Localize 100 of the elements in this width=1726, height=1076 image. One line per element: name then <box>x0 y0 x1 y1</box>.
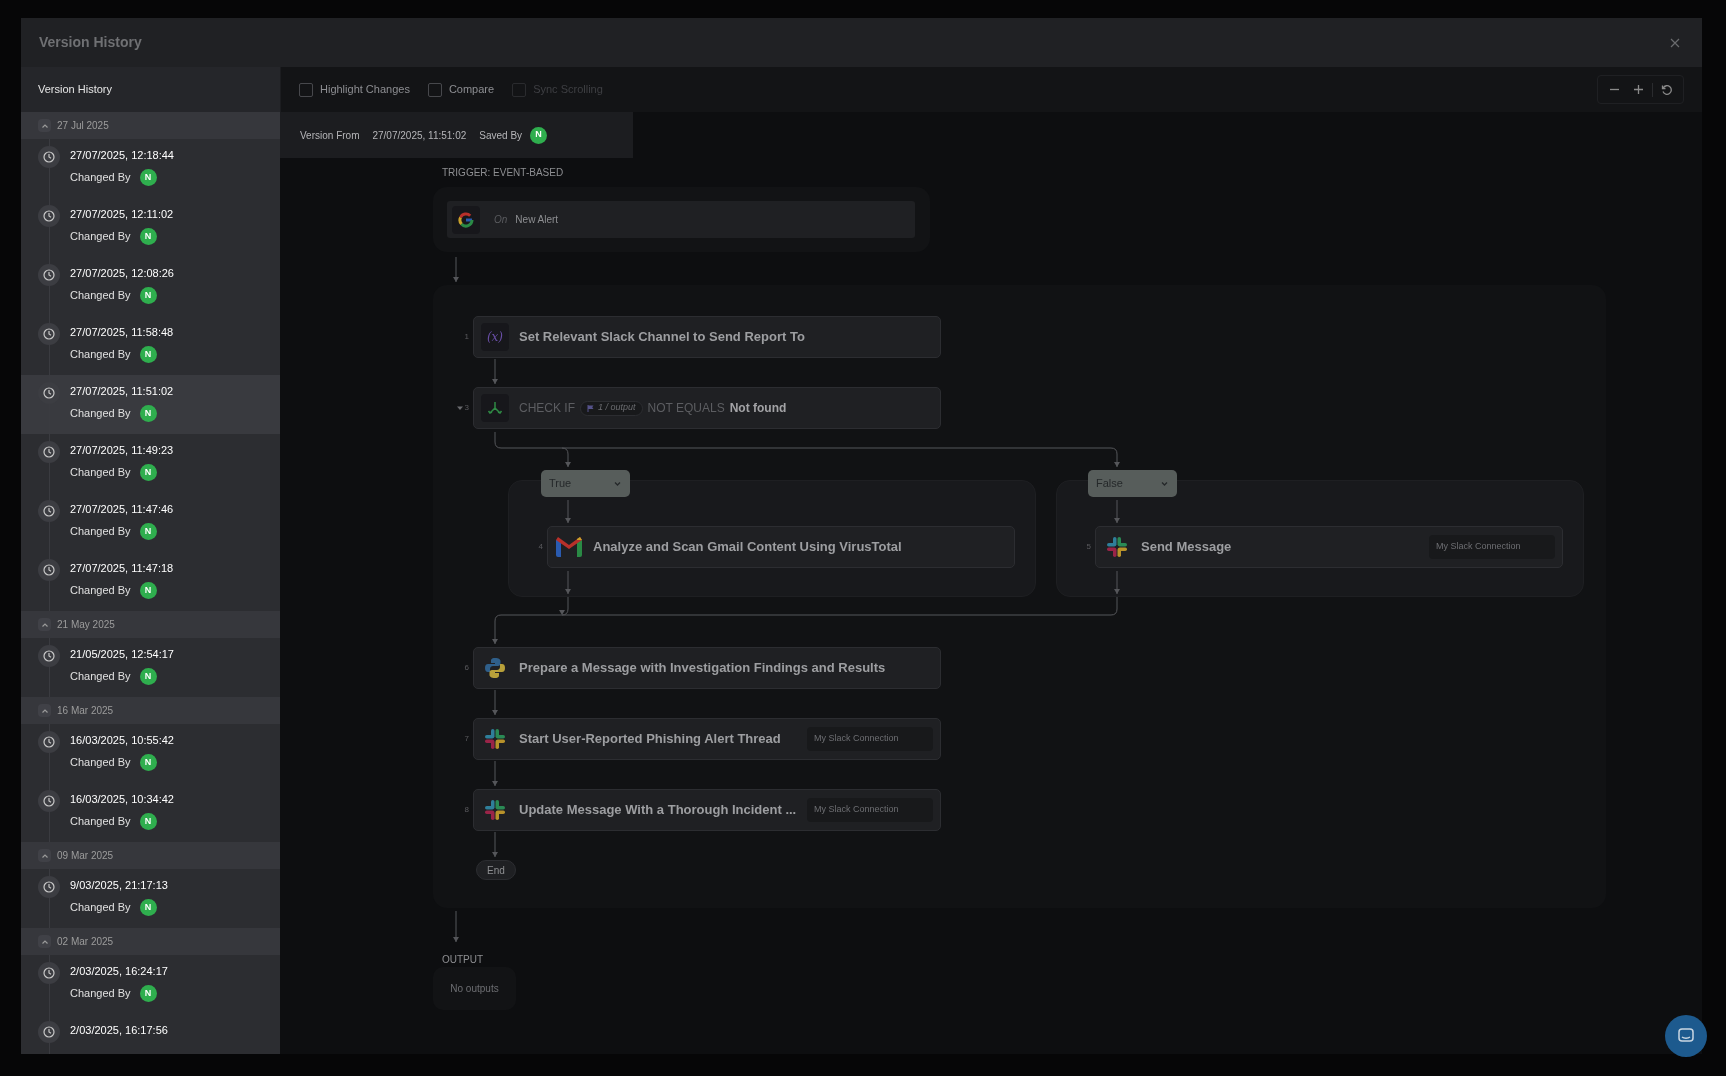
date-group-header[interactable]: 09 Mar 2025 <box>21 842 280 869</box>
saved-by-label: Saved By <box>479 128 523 143</box>
step-node[interactable]: Start User-Reported Phishing Alert Thread My Slack Connection <box>473 718 941 760</box>
hash-icon <box>484 799 506 821</box>
version-timestamp: 27/07/2025, 12:18:44 <box>70 148 174 163</box>
connector-arrow <box>1114 499 1120 524</box>
condition-keyword: CHECK IF <box>519 400 575 417</box>
version-timestamp: 9/03/2025, 21:17:13 <box>70 878 168 893</box>
date-group-header[interactable]: 02 Mar 2025 <box>21 928 280 955</box>
changed-by-label: Changed By <box>70 900 131 916</box>
clock-icon <box>43 505 55 517</box>
option-checkbox[interactable]: Compare <box>427 81 495 98</box>
condition-operator: NOT EQUALS <box>647 400 725 417</box>
clock-icon <box>43 446 55 458</box>
dialog-title: Version History <box>39 33 142 52</box>
clock-icon <box>43 736 55 748</box>
step-node[interactable]: CHECK IF 1 / output NOT EQUALS Not found <box>473 387 941 429</box>
connector-arrow <box>492 760 498 787</box>
clock-icon <box>43 795 55 807</box>
changed-by-label: Changed By <box>70 583 131 599</box>
close-icon <box>1670 37 1680 48</box>
mail-icon <box>556 537 582 557</box>
changed-by-label: Changed By <box>70 465 131 481</box>
version-timestamp: 27/07/2025, 11:47:46 <box>70 502 174 517</box>
clock-icon <box>43 387 55 399</box>
user-avatar: N <box>139 228 157 245</box>
date-group-header[interactable]: 16 Mar 2025 <box>21 697 280 724</box>
clock-icon <box>43 564 55 576</box>
sidebar-title: Version History <box>21 67 280 112</box>
version-timestamp: 27/07/2025, 11:58:48 <box>70 325 174 340</box>
step-node[interactable]: (x) Set Relevant Slack Channel to Send Report To <box>473 316 941 358</box>
user-avatar: N <box>139 523 157 540</box>
changed-by-label: Changed By <box>70 524 131 540</box>
connection-field: My Slack Connection <box>807 727 933 751</box>
variable-pill: 1 / output <box>580 400 643 416</box>
condition-value: Not found <box>729 400 787 417</box>
version-timestamp: 27/07/2025, 11:51:02 <box>372 128 467 143</box>
step-node[interactable]: Analyze and Scan Gmail Content Using VirusTotal <box>547 526 1015 568</box>
step-title: Update Message With a Thorough Incident ... <box>519 801 797 820</box>
changed-by-label: Changed By <box>70 755 131 771</box>
user-avatar: N <box>139 985 157 1002</box>
version-timestamp: 16/03/2025, 10:34:42 <box>70 792 174 807</box>
step-title: Analyze and Scan Gmail Content Using VirusTotal <box>593 538 902 557</box>
section-label: TRIGGER: EVENT-BASED <box>442 166 564 180</box>
user-avatar: N <box>139 754 157 771</box>
user-avatar: N <box>139 169 157 186</box>
version-from-label: Version From <box>300 128 360 143</box>
option-checkbox[interactable]: Highlight Changes <box>299 81 410 98</box>
group-date: 27 Jul 2025 <box>57 119 109 133</box>
step-title: Start User-Reported Phishing Alert Thread <box>519 730 781 749</box>
connector-arrow <box>492 358 498 385</box>
changed-by-label: Changed By <box>70 347 131 363</box>
variable-icon: (x) <box>481 323 509 351</box>
user-avatar: N <box>139 668 157 685</box>
step-number: 6 <box>464 662 469 674</box>
trigger-node[interactable]: On New Alert <box>447 201 915 238</box>
plus-icon <box>1632 84 1644 95</box>
changed-by-label: Changed By <box>70 229 131 245</box>
user-avatar: N <box>139 287 157 304</box>
step-title: Prepare a Message with Investigation Findings and Results <box>519 659 886 678</box>
version-timestamp: 27/07/2025, 12:11:02 <box>70 207 174 222</box>
user-avatar: N <box>139 582 157 599</box>
clock-icon <box>43 967 55 979</box>
version-timestamp: 2/03/2025, 16:24:17 <box>70 964 168 979</box>
reset-icon <box>1661 83 1673 96</box>
end-pill: End <box>476 860 516 880</box>
step-title: Set Relevant Slack Channel to Send Report To <box>519 328 805 347</box>
user-avatar: N <box>139 899 157 916</box>
changed-by-label: Changed By <box>70 669 131 685</box>
trigger-prefix: On <box>494 213 508 227</box>
connector-arrow <box>453 910 459 943</box>
caret-icon[interactable] <box>456 405 463 411</box>
connector-arrow <box>565 499 571 524</box>
user-avatar: N <box>139 405 157 422</box>
step-node[interactable]: Prepare a Message with Investigation Findings and Results <box>473 647 941 689</box>
connection-field: My Slack Connection <box>1429 535 1555 559</box>
step-node[interactable]: Update Message With a Thorough Incident ... My Slack Connection <box>473 789 941 831</box>
version-item[interactable]: 27/07/2025, 11:51:02 Changed By N <box>21 375 280 434</box>
clock-icon <box>43 151 55 163</box>
group-date: 09 Mar 2025 <box>57 849 114 863</box>
empty-outputs: No outputs <box>433 967 516 1010</box>
chevron-icon <box>613 479 622 488</box>
step-title: Send Message <box>1141 538 1232 557</box>
clock-icon <box>43 1026 55 1038</box>
changed-by-label: Changed By <box>70 288 131 304</box>
user-avatar: N <box>139 346 157 363</box>
version-timestamp: 27/07/2025, 11:49:23 <box>70 443 174 458</box>
section-label: OUTPUT <box>442 953 484 967</box>
trigger-event: New Alert <box>515 213 559 227</box>
date-group-header[interactable]: 27 Jul 2025 <box>21 112 280 139</box>
flag-icon <box>587 404 594 412</box>
clock-icon <box>43 328 55 340</box>
connector-arrow <box>453 256 459 283</box>
date-group-header[interactable]: 21 May 2025 <box>21 611 280 638</box>
hash-icon <box>484 728 506 750</box>
version-timestamp: 21/05/2025, 12:54:17 <box>70 647 174 662</box>
connector-arrow <box>492 831 498 858</box>
clock-icon <box>43 210 55 222</box>
version-timestamp: 27/07/2025, 12:08:26 <box>70 266 174 281</box>
step-node[interactable]: Send Message My Slack Connection <box>1095 526 1563 568</box>
